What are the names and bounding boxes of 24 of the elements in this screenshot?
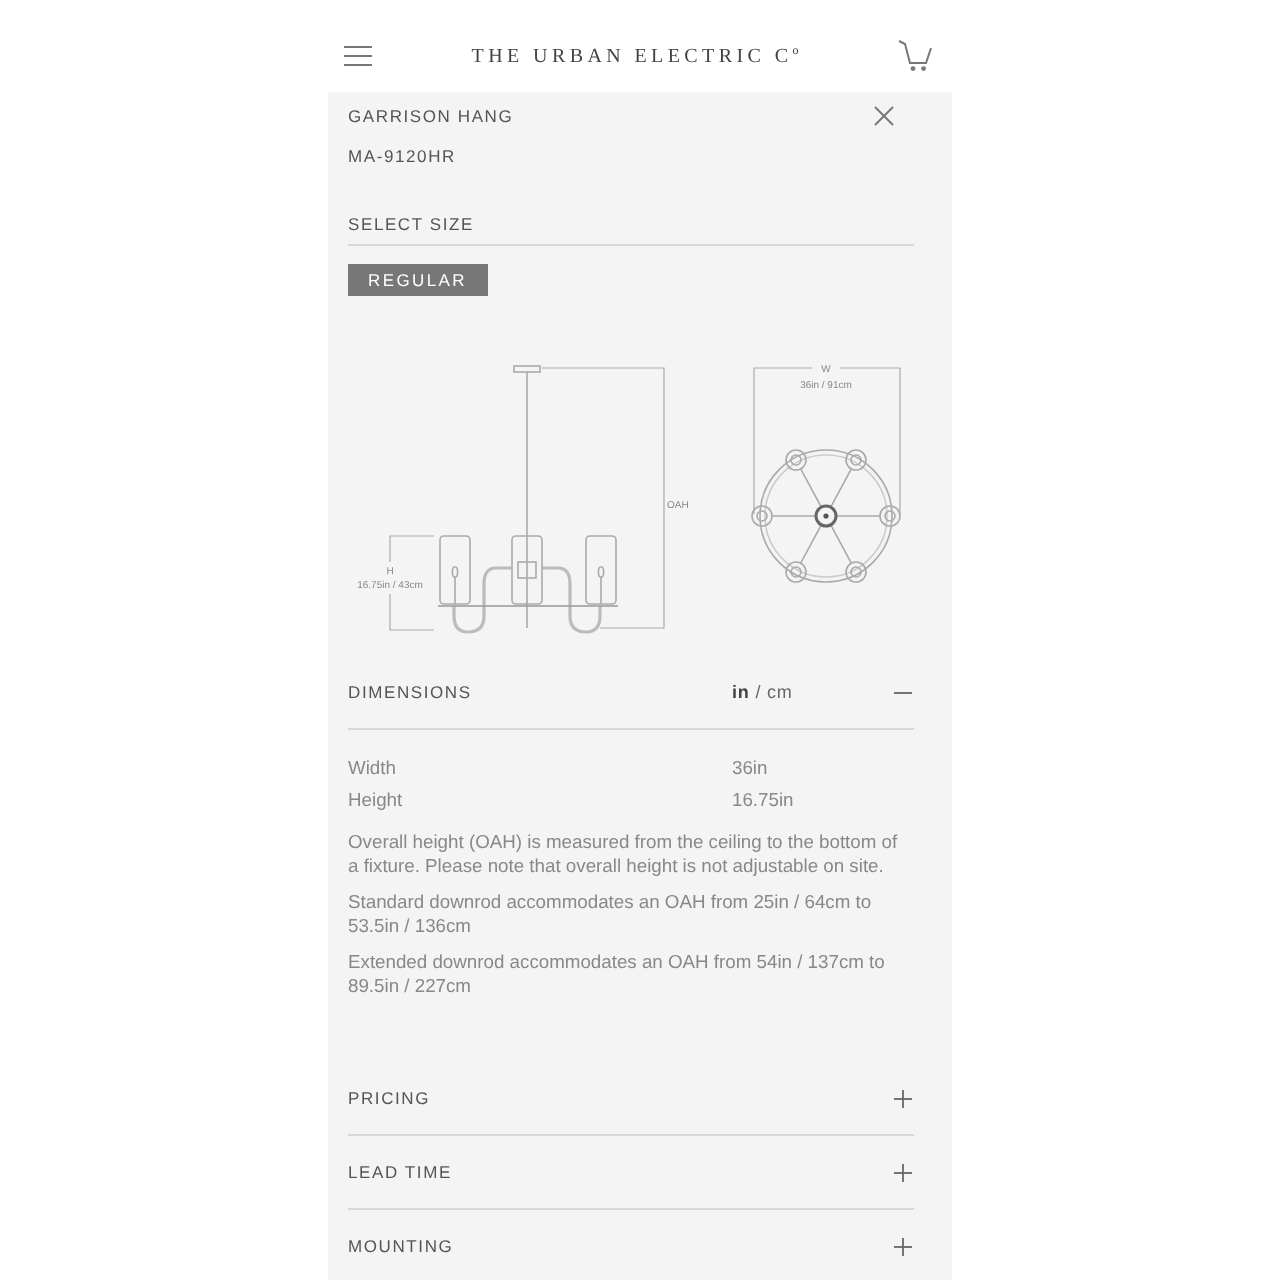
unit-toggle[interactable]: in / cm [732, 682, 793, 702]
cart-icon[interactable] [897, 40, 932, 72]
section-title[interactable]: MOUNTING [348, 1236, 732, 1256]
plus-icon[interactable] [894, 1163, 912, 1181]
section-title[interactable]: DIMENSIONS [348, 682, 732, 702]
menu-icon[interactable] [344, 46, 372, 66]
spec-label: Height [348, 787, 405, 809]
note-text: Overall height (OAH) is measured from the ceiling to the bottom of a fixture. Please note that overall height is not adjustable on site. [348, 830, 900, 878]
section-label: SELECT SIZE [348, 214, 474, 234]
product-name: GARRISON HANG [348, 106, 514, 126]
section-title[interactable]: LEAD TIME [348, 1162, 732, 1182]
note-text: Standard downrod accommodates an OAH from 25in / 64cm to 53.5in / 136cm [348, 890, 874, 938]
dimension-line [389, 535, 435, 631]
spec-value: 16.75in [732, 787, 796, 809]
note-text: Extended downrod accommodates an OAH from 54in / 137cm to 89.5in / 227cm [348, 950, 887, 998]
section-title[interactable]: PRICING [348, 1088, 732, 1108]
plus-icon[interactable] [894, 1237, 912, 1255]
brand-logo[interactable]: THE URBAN ELECTRIC C$^{o}$ [471, 45, 799, 67]
product-sku: MA-9120HR [348, 146, 456, 166]
size-option[interactable]: REGULAR [348, 264, 487, 296]
plus-icon[interactable] [894, 1089, 912, 1107]
spec-label: Width [348, 755, 398, 777]
spec-value: 36in [732, 755, 770, 777]
close-icon[interactable] [874, 106, 894, 126]
